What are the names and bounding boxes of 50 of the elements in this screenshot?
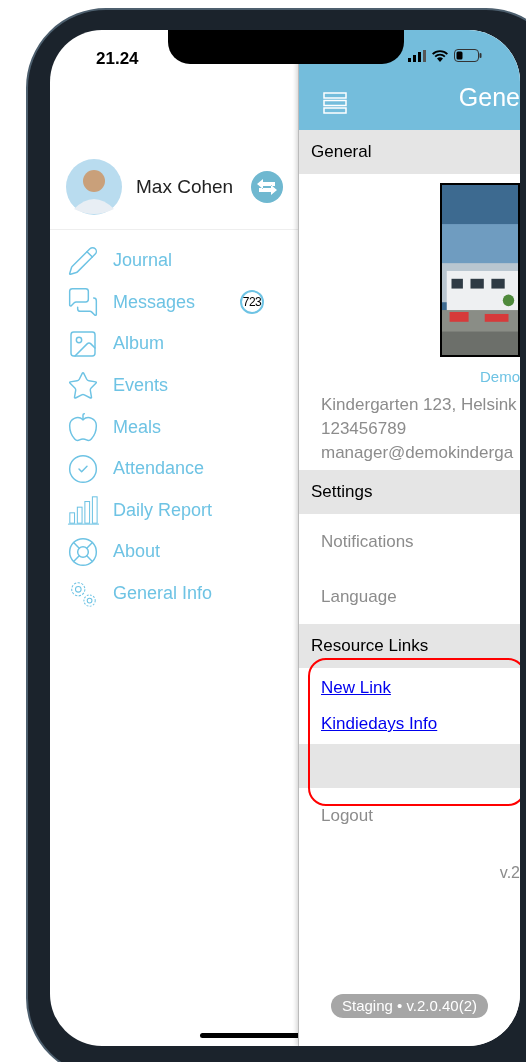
star-icon bbox=[67, 369, 99, 402]
nav-label: Messages bbox=[113, 290, 196, 314]
version-text: v.2 bbox=[499, 863, 520, 883]
nav-label: About bbox=[113, 540, 161, 564]
chat-bubbles-icon bbox=[67, 286, 99, 319]
section-header: Resource Links bbox=[299, 624, 520, 668]
menu-icon[interactable] bbox=[323, 92, 347, 114]
nav-label: Attendance bbox=[113, 457, 205, 481]
nav-item[interactable]: About bbox=[50, 531, 298, 573]
nav-label: Events bbox=[113, 374, 169, 398]
unread-count: 723 bbox=[240, 290, 264, 315]
page-title: Gene bbox=[458, 81, 520, 113]
nav-item[interactable]: Meals bbox=[50, 406, 298, 448]
contact-line: 123456789 bbox=[321, 417, 408, 440]
nav-item[interactable]: Messages 723 bbox=[50, 281, 298, 324]
build-badge: Staging • v.2.0.40(2) bbox=[330, 993, 489, 1018]
nav-item[interactable]: General Info bbox=[50, 572, 298, 615]
contact-line: manager@demokinderga bbox=[321, 441, 515, 464]
menu-row[interactable]: Logout bbox=[321, 802, 373, 829]
apple-icon bbox=[67, 411, 99, 444]
section-header: General bbox=[299, 130, 520, 174]
kindergarten-name: Demo bbox=[480, 367, 520, 387]
avatar bbox=[66, 159, 122, 215]
signal-icon bbox=[408, 49, 426, 62]
image-icon bbox=[67, 328, 99, 360]
profile-name: Max Cohen bbox=[136, 174, 234, 199]
contact-line: Kindergarten 123, Helsink bbox=[321, 393, 518, 416]
menu-row[interactable]: Language bbox=[321, 583, 397, 610]
section-header: Settings bbox=[299, 470, 520, 514]
resource-link[interactable]: New Link bbox=[321, 678, 391, 698]
battery-icon bbox=[454, 49, 482, 62]
nav-item[interactable]: Journal bbox=[50, 240, 298, 282]
nav-label: Journal bbox=[113, 249, 173, 273]
lifebuoy-icon bbox=[67, 535, 99, 568]
resource-link[interactable]: Kindiedays Info bbox=[321, 714, 438, 734]
nav-label: Daily Report bbox=[113, 498, 213, 522]
nav-label: General Info bbox=[113, 582, 213, 606]
nav-item[interactable]: Events bbox=[50, 364, 298, 407]
status-time: 21.24 bbox=[96, 48, 139, 70]
switch-arrows-icon[interactable] bbox=[251, 171, 284, 203]
check-circle-icon bbox=[67, 452, 99, 485]
nav-label: Album bbox=[113, 332, 165, 356]
nav-item[interactable]: Album bbox=[50, 323, 298, 365]
pencil-icon bbox=[67, 244, 99, 277]
nav-item[interactable]: Attendance bbox=[50, 447, 298, 490]
wifi-icon bbox=[432, 49, 448, 62]
menu-row[interactable]: Notifications bbox=[321, 528, 414, 555]
bar-chart-icon bbox=[67, 494, 99, 527]
nav-item[interactable]: Daily Report bbox=[50, 489, 298, 532]
nav-label: Meals bbox=[113, 415, 161, 439]
